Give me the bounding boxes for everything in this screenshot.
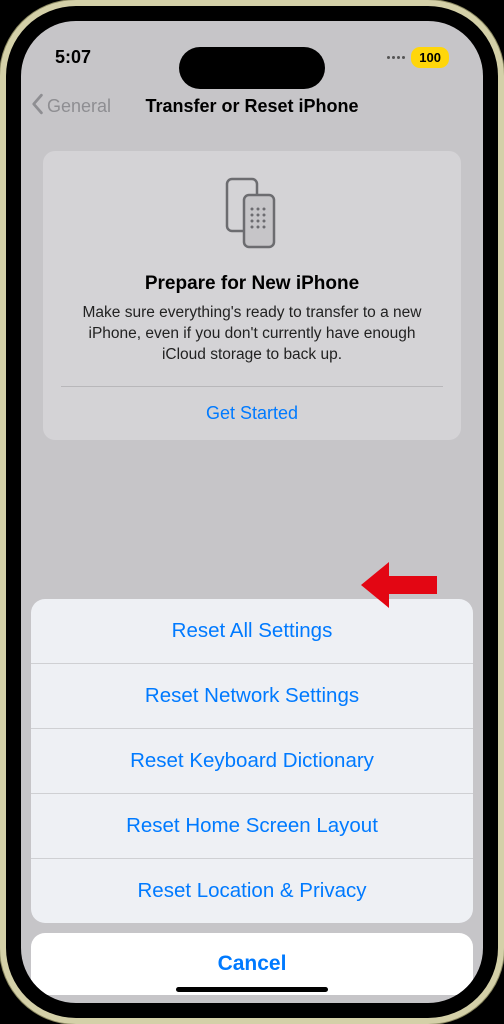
reset-home-screen-layout[interactable]: Reset Home Screen Layout	[31, 794, 473, 859]
cancel-button[interactable]: Cancel	[31, 933, 473, 995]
silent-switch	[0, 135, 1, 169]
annotation-arrow-icon	[361, 562, 437, 613]
volume-down-button	[0, 290, 1, 358]
action-sheet: Reset All Settings Reset Network Setting…	[21, 21, 483, 1003]
volume-up-button	[0, 200, 1, 268]
reset-keyboard-dictionary[interactable]: Reset Keyboard Dictionary	[31, 729, 473, 794]
reset-location-privacy[interactable]: Reset Location & Privacy	[31, 859, 473, 923]
reset-network-settings[interactable]: Reset Network Settings	[31, 664, 473, 729]
phone-frame: 5:07 100 General Transfer or Reset iPhon…	[0, 0, 504, 1024]
sheet-options: Reset All Settings Reset Network Setting…	[31, 599, 473, 923]
dynamic-island	[179, 47, 325, 89]
home-indicator[interactable]	[176, 987, 328, 992]
